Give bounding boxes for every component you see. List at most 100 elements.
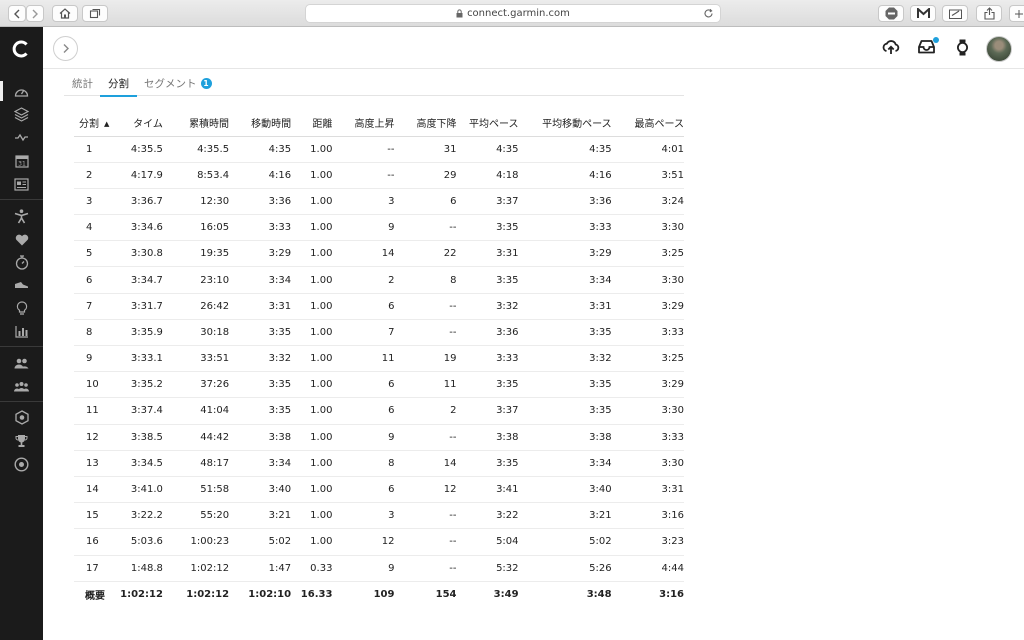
- table-cell: 14: [394, 450, 457, 477]
- table-cell: 30:18: [162, 319, 230, 347]
- plus-icon: [1014, 9, 1023, 18]
- table-cell: 154: [435, 589, 457, 601]
- app-sidebar: 31: [0, 27, 43, 640]
- table-cell: --: [394, 214, 457, 242]
- column-header-elevation-gain[interactable]: 高度上昇: [332, 110, 395, 137]
- table-cell: 1.00: [291, 240, 333, 268]
- sidebar-toggle-button[interactable]: [1009, 5, 1024, 22]
- sidebar-item-health[interactable]: [14, 232, 29, 247]
- browser-toolbar: connect.garmin.com: [0, 0, 1024, 27]
- sidebar-item-groups[interactable]: [14, 379, 29, 394]
- table-cell: 5:32: [456, 555, 519, 582]
- table-cell: 5:03.6: [119, 528, 163, 556]
- tab-splits[interactable]: 分割: [100, 76, 137, 97]
- table-cell: 3:36: [518, 188, 612, 216]
- avatar[interactable]: [986, 36, 1012, 62]
- home-button[interactable]: [52, 5, 78, 22]
- table-cell: 3:38: [518, 424, 612, 451]
- table-cell: 4: [74, 214, 120, 242]
- garmin-connect-logo-icon[interactable]: [11, 39, 31, 59]
- column-header-distance[interactable]: 距離: [291, 110, 333, 137]
- tabs-overview-button[interactable]: [82, 5, 108, 22]
- sidebar-item-badges[interactable]: [14, 410, 29, 425]
- forward-button[interactable]: [26, 5, 44, 22]
- table-cell: 3:32: [456, 293, 519, 320]
- table-cell: 3:40: [518, 476, 612, 504]
- table-cell: 3:33: [456, 345, 519, 373]
- table-cell: --: [394, 528, 457, 556]
- column-header-elevation-loss[interactable]: 高度下降: [394, 110, 457, 137]
- table-cell: 44:42: [162, 424, 230, 451]
- share-button[interactable]: [976, 5, 1002, 22]
- table-cell: 1: [74, 136, 120, 163]
- table-row: 11 3:37.4 41:04 3:35 1.00 6 2 3:37 3:35 3:30: [74, 397, 684, 425]
- column-header-time[interactable]: タイム: [119, 110, 163, 137]
- sidebar-item-stats[interactable]: [14, 324, 29, 339]
- table-cell: 5: [74, 240, 120, 268]
- column-header-split[interactable]: 分割 ▲: [74, 110, 120, 137]
- column-header-avg-pace[interactable]: 平均ペース: [456, 110, 519, 137]
- m-logo-icon: [916, 8, 930, 18]
- sidebar-item-challenges[interactable]: [14, 433, 29, 448]
- sidebar-item-timer[interactable]: [14, 255, 29, 270]
- table-cell: 3:25: [611, 345, 684, 373]
- sidebar-item-calendar[interactable]: 31: [14, 153, 29, 168]
- table-cell: 37:26: [162, 371, 230, 399]
- table-cell: 3:29: [611, 293, 684, 320]
- table-cell: 1.00: [291, 476, 333, 504]
- news-icon: [14, 178, 29, 191]
- upload-cloud-icon[interactable]: [882, 39, 900, 55]
- column-header-moving-time[interactable]: 移動時間: [229, 110, 292, 137]
- sidebar-item-reports[interactable]: [14, 177, 29, 192]
- sidebar-divider: [0, 346, 43, 347]
- adblock-button[interactable]: [878, 5, 904, 22]
- table-cell: 4:35: [456, 136, 519, 163]
- sidebar-item-courses[interactable]: [14, 301, 29, 316]
- watch-icon[interactable]: [956, 39, 969, 56]
- table-cell: 0.33: [291, 555, 333, 582]
- table-cell: 4:35: [518, 136, 612, 163]
- table-cell: 3:24: [611, 188, 684, 216]
- sidebar-item-connections[interactable]: [14, 356, 29, 371]
- table-cell: 55:20: [162, 502, 230, 530]
- sidebar-item-gear[interactable]: [14, 278, 29, 293]
- sidebar-item-goals[interactable]: [14, 457, 29, 472]
- table-cell: --: [394, 555, 457, 582]
- tab-segments[interactable]: セグメント 1: [144, 76, 212, 96]
- column-header-avg-moving-pace[interactable]: 平均移動ペース: [518, 110, 612, 137]
- table-cell: 3:33: [611, 424, 684, 451]
- table-cell: 4:16: [229, 162, 292, 189]
- table-cell: 5:04: [456, 528, 519, 556]
- table-cell: 3:31: [229, 293, 292, 320]
- sidebar-item-dashboard[interactable]: [14, 84, 29, 99]
- tab-stats[interactable]: 統計: [72, 76, 93, 96]
- extension-m-button[interactable]: [910, 5, 936, 22]
- trophy-icon: [15, 434, 28, 447]
- expand-navigation-button[interactable]: [53, 36, 78, 61]
- column-header-cumulative-time[interactable]: 累積時間: [162, 110, 230, 137]
- sidebar-item-activities[interactable]: [14, 107, 29, 122]
- share-icon: [983, 7, 995, 20]
- table-cell: 3: [332, 188, 395, 216]
- table-cell: 1.00: [291, 502, 333, 530]
- table-cell: 11: [332, 345, 395, 373]
- extension-sign-button[interactable]: [942, 5, 968, 22]
- address-bar[interactable]: connect.garmin.com: [305, 4, 721, 23]
- table-cell: --: [394, 424, 457, 451]
- sidebar-item-insights[interactable]: [14, 130, 29, 145]
- table-cell: 1.00: [291, 319, 333, 347]
- activity-tabs: 統計 分割 セグメント 1: [64, 73, 684, 97]
- table-cell: 3:29: [611, 371, 684, 399]
- column-header-best-pace[interactable]: 最高ペース: [611, 110, 684, 137]
- reload-icon[interactable]: [703, 8, 714, 19]
- table-cell: 29: [394, 162, 457, 189]
- table-cell: 16:05: [162, 214, 230, 242]
- table-cell: 4:35.5: [119, 136, 163, 163]
- adblock-icon: [885, 7, 897, 20]
- sidebar-item-training[interactable]: [14, 209, 29, 224]
- notification-dot: [933, 37, 939, 43]
- shoe-icon: [15, 282, 28, 288]
- back-button[interactable]: [8, 5, 26, 22]
- pulse-line-icon: [15, 133, 28, 142]
- table-cell: 6: [332, 293, 395, 320]
